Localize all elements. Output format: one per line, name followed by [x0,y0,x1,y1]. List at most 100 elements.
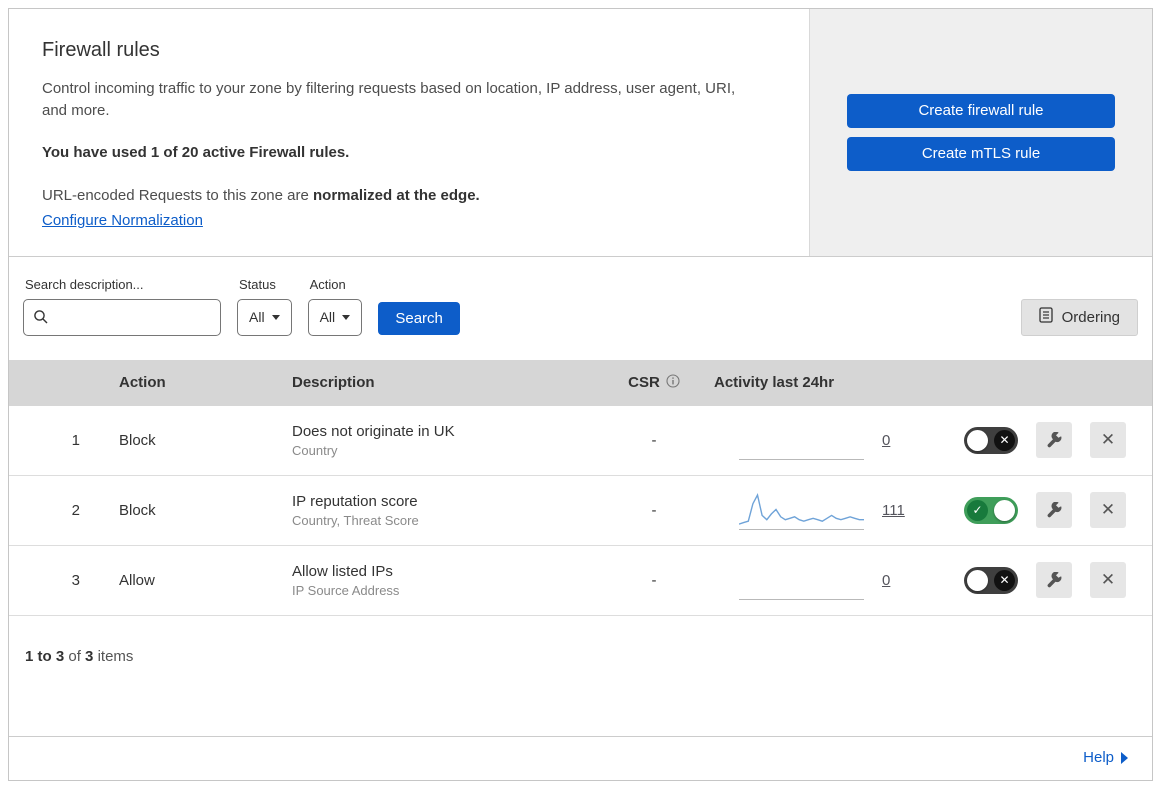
search-box [23,298,221,336]
items-total: 3 [85,647,94,665]
delete-rule-button[interactable]: ✕ [1090,492,1126,528]
action-label: Action [309,276,346,292]
table-row: 3 Allow Allow listed IPs IP Source Addre… [9,545,1152,616]
rule-csr: - [651,501,657,519]
normalization-prefix: URL-encoded Requests to this zone are [42,186,313,204]
items-of: of [68,647,81,665]
status-select-value: All [249,309,265,325]
rule-enabled-toggle[interactable]: ✕ [964,566,1018,594]
action-select-value: All [319,309,336,325]
create-firewall-rule-button[interactable]: Create firewall rule [847,93,1115,128]
action-filter-group: Action All [307,276,363,336]
header-section: Firewall rules Control incoming traffic … [9,9,1152,257]
activity-sparkline [739,490,864,530]
edit-rule-button[interactable] [1036,562,1072,598]
rule-activity-cell: 111 [709,490,939,530]
toggle-knob [967,429,988,451]
firewall-rules-page: Firewall rules Control incoming traffic … [8,8,1153,781]
edit-rule-button[interactable] [1036,422,1072,458]
rule-activity-cell: 0 [709,560,939,600]
x-icon: ✕ [1100,430,1116,449]
rule-enabled-toggle[interactable]: ✓ [964,496,1018,524]
wrench-icon [1047,572,1062,588]
activity-count-link[interactable]: 111 [882,502,905,519]
table-row: 2 Block IP reputation score Country, Thr… [9,475,1152,546]
intro-panel: Firewall rules Control incoming traffic … [9,9,810,256]
search-filter-group: Search description... [23,277,221,336]
rule-csr: - [651,431,657,449]
toggle-state-icon: ✓ [967,499,988,521]
toggle-state-icon: ✕ [994,569,1015,591]
rule-activity-cell: 0 [709,420,939,460]
wrench-icon [1047,502,1062,518]
usage-summary: You have used 1 of 20 active Firewall ru… [42,143,350,161]
activity-count-link[interactable]: 0 [882,572,890,589]
normalization-text: URL-encoded Requests to this zone are no… [42,187,773,204]
rule-index: 2 [71,501,80,519]
normalization-bold: normalized at the edge. [313,186,480,204]
rule-index: 1 [71,431,80,449]
chevron-down-icon [342,314,351,320]
table-row: 1 Block Does not originate in UK Country… [9,405,1152,476]
rule-index: 3 [71,571,80,589]
help-row: Help [9,736,1152,780]
rule-description: IP reputation score [292,492,418,510]
items-range: 1 to 3 [25,647,65,665]
search-label: Search description... [25,276,144,292]
rule-enabled-toggle[interactable]: ✕ [964,426,1018,454]
create-mtls-rule-button[interactable]: Create mTLS rule [847,136,1115,171]
status-label: Status [239,276,276,292]
x-icon: ✕ [1100,570,1116,589]
delete-rule-button[interactable]: ✕ [1090,422,1126,458]
pagination-summary: 1 to 3 of 3 items [9,616,1152,737]
rule-controls: ✕ ✕ [939,422,1152,458]
rules-table: Action Description CSR Activity last 24h… [9,359,1152,616]
toggle-knob [994,499,1015,521]
header-description: Description [292,374,375,391]
ordering-button-label: Ordering [1061,308,1120,326]
rule-criteria: Country, Threat Score [292,512,419,528]
search-button[interactable]: Search [378,301,461,335]
header-csr-label: CSR [628,374,660,391]
header-activity: Activity last 24hr [714,374,835,391]
status-select[interactable]: All [237,298,292,336]
header-csr: CSR [599,373,709,392]
action-select[interactable]: All [307,298,363,336]
rule-controls: ✓ ✕ [939,492,1152,528]
filters-bar: Search description... Status All Action … [9,257,1152,360]
x-icon: ✕ [1100,500,1116,519]
wrench-icon [1047,432,1062,448]
toggle-knob [967,569,988,591]
activity-sparkline [739,420,864,460]
table-header-row: Action Description CSR Activity last 24h… [9,359,1152,406]
edit-rule-button[interactable] [1036,492,1072,528]
rule-csr: - [651,571,657,589]
items-word: items [97,647,134,665]
rule-description: Does not originate in UK [292,422,455,440]
chevron-down-icon [271,314,280,320]
header-action: Action [119,374,166,391]
search-input[interactable] [23,298,221,336]
ordering-button[interactable]: Ordering [1020,298,1138,336]
help-link-label: Help [1083,749,1114,766]
toggle-state-icon: ✕ [994,429,1015,451]
configure-normalization-link[interactable]: Configure Normalization [42,212,203,229]
delete-rule-button[interactable]: ✕ [1090,562,1126,598]
rule-action: Allow [119,571,155,589]
status-filter-group: Status All [237,277,292,336]
help-link[interactable]: Help [1083,749,1128,766]
activity-sparkline [739,560,864,600]
rule-description-cell: Does not originate in UK Country [269,423,599,458]
rule-action: Block [119,501,156,519]
page-title: Firewall rules [42,39,160,61]
ordering-list-icon [1038,307,1053,327]
info-icon [666,373,680,392]
rule-description-cell: Allow listed IPs IP Source Address [269,563,599,598]
actions-panel: Create firewall rule Create mTLS rule [810,9,1152,256]
rule-description: Allow listed IPs [292,562,393,580]
rule-action: Block [119,431,156,449]
activity-count-link[interactable]: 0 [882,432,890,449]
rule-criteria: IP Source Address [292,582,400,598]
arrow-right-icon [1121,751,1128,764]
rule-description-cell: IP reputation score Country, Threat Scor… [269,493,599,528]
